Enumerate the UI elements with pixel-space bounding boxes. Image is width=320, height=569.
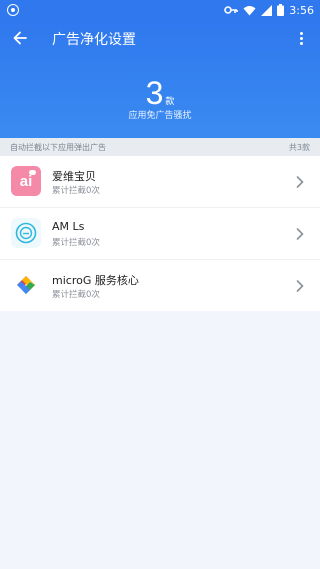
section-header: 自动拦截以下应用弹出广告 共3款: [0, 138, 320, 156]
list-item-aiwei[interactable]: ai 爱维宝贝 累计拦截0次: [0, 156, 320, 208]
puzzle-icon: [11, 270, 41, 300]
chevron-right-icon: [296, 176, 304, 188]
more-vert-icon: [299, 31, 303, 35]
signal-icon: [261, 4, 273, 16]
summary-description: 应用免广告骚扰: [128, 111, 192, 121]
count-unit: 款: [165, 97, 175, 107]
app-name: 爱维宝贝: [52, 170, 96, 183]
wifi-icon: [243, 5, 256, 16]
chevron-right-icon: [296, 228, 304, 240]
page-title: 广告净化设置: [52, 32, 136, 48]
section-label: 自动拦截以下应用弹出广告: [10, 143, 106, 152]
more-options-button[interactable]: [294, 27, 308, 49]
app-name: AM Ls: [52, 220, 85, 233]
block-count: 累计拦截0次: [52, 238, 100, 248]
circle-logo-icon: [11, 218, 41, 248]
arrow-left-icon: [13, 31, 27, 45]
chevron-right-icon: [296, 280, 304, 292]
app-name: microG 服务核心: [52, 274, 139, 287]
ai-icon: ai: [11, 166, 41, 196]
vpn-key-icon: [224, 5, 239, 15]
status-time: 3:56: [289, 3, 314, 17]
battery-icon: [277, 4, 285, 16]
header: 广告净化设置 3款 应用免广告骚扰: [0, 20, 320, 138]
blocked-app-count: 3: [145, 75, 164, 111]
notification-icon: [7, 4, 19, 16]
status-icons: 3:56: [224, 2, 314, 18]
back-button[interactable]: [8, 26, 32, 50]
list-item-amls[interactable]: AM Ls 累计拦截0次: [0, 208, 320, 260]
app-bar: 广告净化设置: [0, 20, 320, 56]
block-count: 累计拦截0次: [52, 186, 100, 196]
blocked-count-summary: 3款: [0, 76, 320, 110]
status-bar: 3:56: [0, 0, 320, 20]
app-list: ai 爱维宝贝 累计拦截0次 AM Ls 累计拦截0次 microG 服务核心 …: [0, 156, 320, 311]
block-count: 累计拦截0次: [52, 290, 100, 300]
section-total: 共3款: [288, 143, 310, 152]
list-item-microg[interactable]: microG 服务核心 累计拦截0次: [0, 260, 320, 311]
